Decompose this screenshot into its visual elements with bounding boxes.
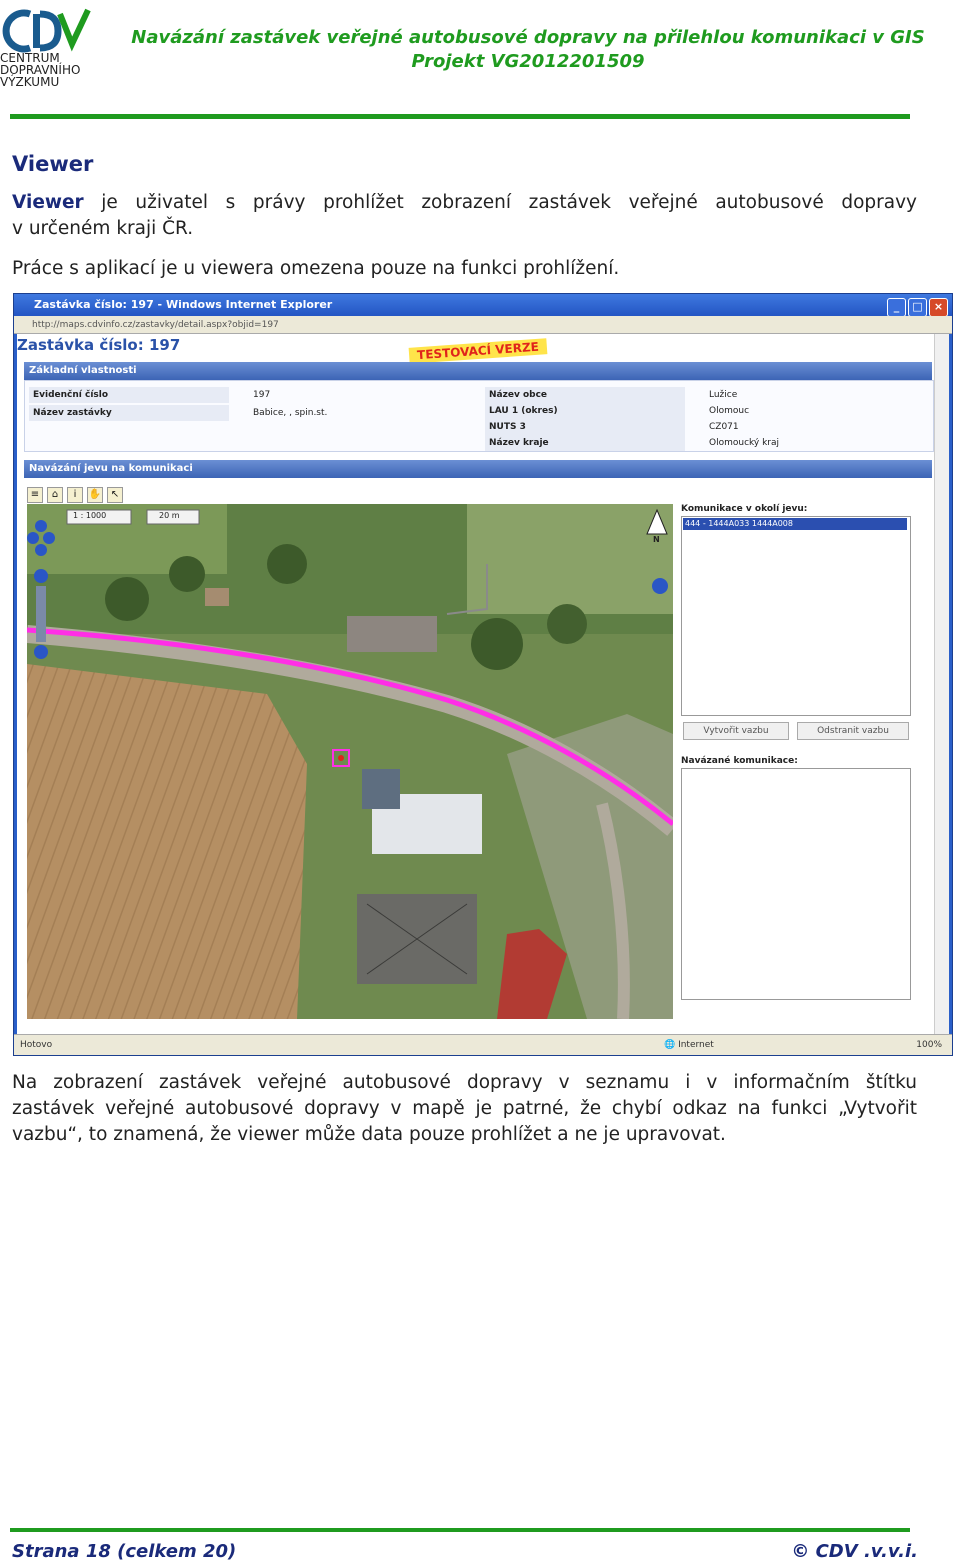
- prop-value: CZ071: [709, 422, 739, 432]
- logo-text: CENTRUM DOPRAVNÍHO VÝZKUMU: [0, 51, 81, 89]
- prop-row: Název zastávky Babice, , spin.st.: [29, 405, 469, 421]
- prop-key: Evidenční číslo: [29, 387, 229, 403]
- map-view[interactable]: 1 : 1000 20 m N: [27, 504, 673, 1019]
- layers-icon[interactable]: ≡: [27, 487, 43, 503]
- close-icon[interactable]: ×: [929, 298, 948, 317]
- prop-key: Název zastávky: [29, 405, 229, 421]
- prop-value: Olomouc: [709, 406, 750, 416]
- maximize-icon[interactable]: □: [908, 298, 927, 317]
- cdv-logo-mark: [2, 8, 91, 53]
- prop-key: NUTS 3: [485, 419, 685, 435]
- home-icon[interactable]: ⌂: [47, 487, 63, 503]
- prop-row: NUTS 3 CZ071: [485, 419, 925, 435]
- page-content: Zastávka číslo: 197 TESTOVACÍ VERZE Zákl…: [17, 334, 941, 1034]
- status-text: Hotovo: [20, 1040, 53, 1050]
- prop-key: LAU 1 (okres): [485, 403, 685, 419]
- viewer-term: Viewer: [12, 192, 84, 213]
- prop-row: LAU 1 (okres) Olomouc: [485, 403, 925, 419]
- prop-key: Název obce: [485, 387, 685, 403]
- nearby-roads-label: Komunikace v okolí jevu:: [681, 504, 808, 514]
- pan-south-icon[interactable]: [35, 544, 47, 556]
- paragraph-3-line-1: Na zobrazení zastávek veřejné autobusové…: [12, 1072, 917, 1093]
- security-zone: 🌐 Internet: [664, 1040, 714, 1050]
- prop-row: Název kraje Olomoucký kraj: [485, 435, 925, 451]
- pan-east-icon[interactable]: [43, 532, 55, 544]
- map-toolbar: ≡ ⌂ i ✋ ↖: [27, 482, 127, 503]
- prop-value: Babice, , spin.st.: [253, 408, 328, 418]
- page-scrollbar[interactable]: [934, 334, 949, 1034]
- zoom-level[interactable]: 100%: [916, 1035, 942, 1056]
- prop-row: Název obce Lužice: [485, 387, 925, 403]
- project-id: Projekt VG2012201509: [411, 51, 645, 72]
- prop-value: Lužice: [709, 390, 738, 400]
- pan-west-icon[interactable]: [27, 532, 39, 544]
- properties-table: Evidenční číslo 197 Název zastávky Babice,…: [24, 380, 934, 452]
- test-version-badge: TESTOVACÍ VERZE: [408, 338, 548, 364]
- link-side-panel: Komunikace v okolí jevu: 444 - 1444A033 …: [679, 504, 929, 1019]
- address-bar[interactable]: http://maps.cdvinfo.cz/zastavky/detail.a…: [14, 316, 952, 334]
- zoom-in-icon[interactable]: [34, 569, 48, 583]
- copyright: © CDV .v.v.i.: [791, 1541, 918, 1562]
- panel-link-to-road: Navázání jevu na komunikaci: [24, 460, 932, 478]
- minimize-icon[interactable]: _: [887, 298, 906, 317]
- window-title: Zastávka číslo: 197 - Windows Internet E…: [34, 298, 333, 311]
- aerial-map[interactable]: [27, 504, 673, 1019]
- paragraph-1-line-1: Viewer je uživatel s právy prohlížet zob…: [12, 191, 917, 215]
- paragraph-3-line-3: vazbu“, to znamená, že viewer může data …: [12, 1124, 726, 1145]
- pan-north-icon[interactable]: [35, 520, 47, 532]
- nearby-roads-list[interactable]: 444 - 1444A033 1444A008: [681, 516, 911, 716]
- prop-value: Olomoucký kraj: [709, 438, 780, 448]
- info-icon[interactable]: i: [67, 487, 83, 503]
- zoom-out-icon[interactable]: [34, 645, 48, 659]
- window-titlebar: Zastávka číslo: 197 - Windows Internet E…: [14, 294, 952, 318]
- paragraph-1-line-2: v určeném kraji ČR.: [12, 218, 194, 239]
- window-controls: _ □ ×: [885, 296, 948, 318]
- linked-roads-list[interactable]: [681, 768, 911, 1000]
- nearby-road-item[interactable]: 444 - 1444A033 1444A008: [683, 518, 907, 530]
- paragraph-3-line-2: zastávek veřejné autobusové dopravy v ma…: [12, 1098, 917, 1119]
- page-number: Strana 18 (celkem 20): [12, 1541, 237, 1562]
- document-title: Navázání zastávek veřejné autobusové dop…: [131, 27, 925, 48]
- app-screenshot: Zastávka číslo: 197 - Windows Internet E…: [13, 293, 953, 1056]
- map-scale-bar: 20 m: [159, 511, 180, 520]
- prop-key: Název kraje: [485, 435, 685, 451]
- north-arrow-icon: N: [653, 535, 660, 544]
- zoom-slider[interactable]: [36, 586, 46, 642]
- pan-hand-icon[interactable]: ✋: [87, 487, 103, 503]
- paragraph-1-text: je uživatel s právy prohlížet zobrazení …: [83, 192, 917, 213]
- prop-row: Evidenční číslo 197: [29, 387, 469, 403]
- footer-rule: [10, 1528, 910, 1532]
- linked-roads-label: Navázané komunikace:: [681, 756, 798, 766]
- expand-icon[interactable]: [652, 578, 668, 594]
- prop-value: 197: [253, 390, 271, 400]
- status-bar: Hotovo 🌐 Internet 100%: [14, 1034, 952, 1055]
- section-heading: Viewer: [12, 152, 94, 176]
- zone-label: Internet: [678, 1040, 714, 1050]
- select-arrow-icon[interactable]: ↖: [107, 487, 123, 503]
- paragraph-2: Práce s aplikací je u viewera omezena po…: [12, 258, 620, 279]
- panel-basic-properties: Základní vlastnosti: [24, 362, 932, 380]
- remove-link-button[interactable]: Odstranit vazbu: [797, 722, 909, 740]
- map-scale: 1 : 1000: [73, 511, 107, 520]
- stop-title: Zastávka číslo: 197: [17, 336, 181, 354]
- create-link-button[interactable]: Vytvořit vazbu: [683, 722, 789, 740]
- header-rule: [10, 114, 910, 119]
